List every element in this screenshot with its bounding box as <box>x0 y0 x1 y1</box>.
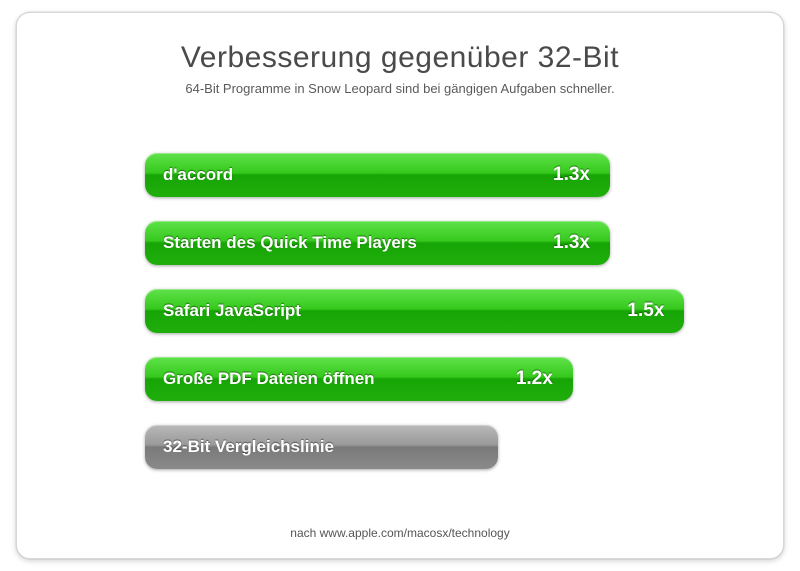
bar-container: d'accord 1.3x Starten des Quick Time Pla… <box>145 153 765 493</box>
bar-value: 1.2x <box>516 368 553 390</box>
chart-title: Verbesserung gegenüber 32-Bit <box>17 41 783 75</box>
bar-value: 1.3x <box>553 164 590 186</box>
bar-value: 1.3x <box>553 232 590 254</box>
bar-quicktime-start: Starten des Quick Time Players 1.3x <box>145 221 610 265</box>
bar-safari-javascript: Safari JavaScript 1.5x <box>145 289 684 333</box>
bar-32bit-baseline: 32-Bit Vergleichslinie <box>145 425 498 469</box>
bar-daccord: d'accord 1.3x <box>145 153 610 197</box>
bar-label: Große PDF Dateien öffnen <box>163 369 375 389</box>
chart-card: Verbesserung gegenüber 32-Bit 64-Bit Pro… <box>16 12 784 559</box>
bar-value: 1.5x <box>627 300 664 322</box>
chart-source: nach www.apple.com/macosx/technology <box>17 526 783 540</box>
bar-label: Safari JavaScript <box>163 301 301 321</box>
bar-open-large-pdf: Große PDF Dateien öffnen 1.2x <box>145 357 573 401</box>
bar-label: d'accord <box>163 165 233 185</box>
bar-label: Starten des Quick Time Players <box>163 233 417 253</box>
bar-label: 32-Bit Vergleichslinie <box>163 437 334 457</box>
chart-subtitle: 64-Bit Programme in Snow Leopard sind be… <box>17 81 783 96</box>
